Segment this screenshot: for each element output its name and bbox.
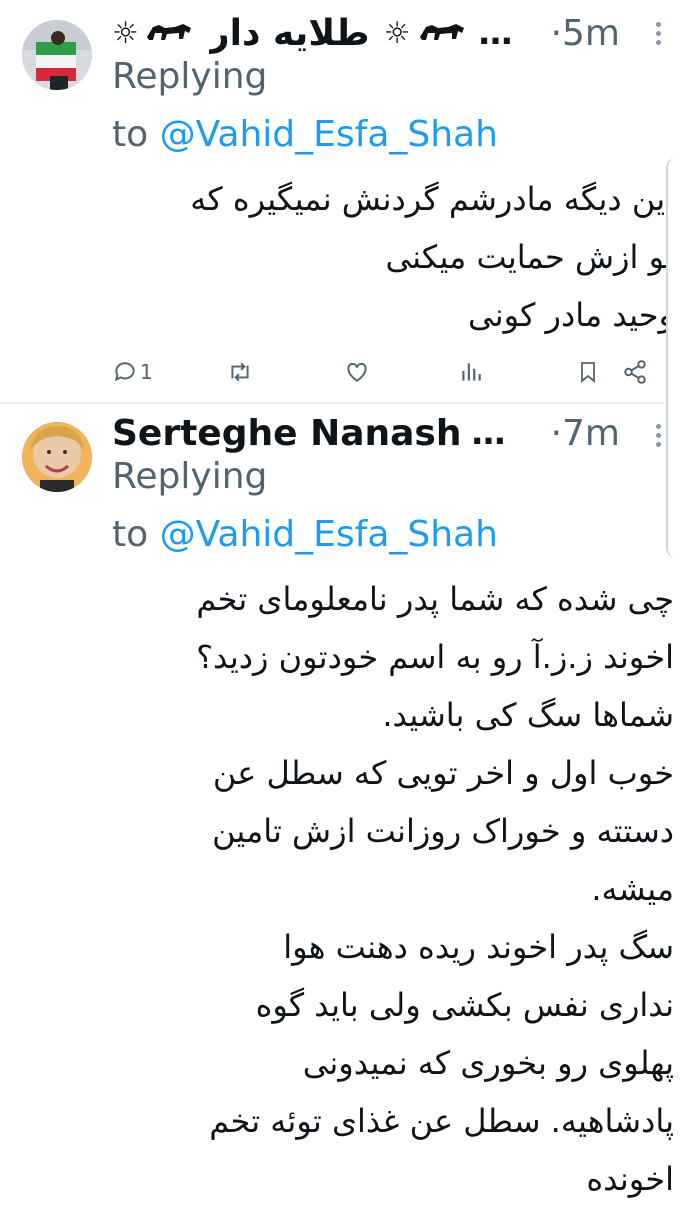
mention-link[interactable]: @Vahid_Esfa_Shah: [160, 114, 498, 155]
timestamp[interactable]: ·5m: [551, 13, 620, 54]
replying-label: Replying: [112, 456, 268, 497]
sun-emoji: ☼: [112, 15, 139, 51]
scrollbar[interactable]: [666, 158, 686, 558]
tweet-header: Serteghe Nanash … ·7m: [112, 410, 686, 456]
bookmark-icon: [581, 362, 595, 383]
more-options-icon[interactable]: [656, 22, 662, 45]
reply-count: 1: [140, 360, 153, 384]
reply-button[interactable]: 1: [112, 352, 153, 392]
views-icon: [462, 363, 481, 381]
avatar[interactable]: [22, 422, 92, 492]
text-line: این دیگه مادرشم گردنش نمیگیره که: [190, 180, 674, 218]
text-line: شماها سگ کی باشید.: [382, 696, 674, 734]
lion-and-sun-emoji: [418, 19, 468, 47]
sun-emoji: ☼: [383, 15, 411, 51]
more-options-icon[interactable]: [656, 424, 662, 447]
reply-icon: [114, 362, 135, 382]
avatar[interactable]: [22, 20, 92, 90]
author-name[interactable]: Serteghe Nanash: [112, 413, 461, 454]
mention-link[interactable]: @Vahid_Esfa_Shah: [160, 514, 498, 555]
text-line: خوب اول و اخر تویی که سطل عن: [212, 754, 674, 792]
replying-to: to @Vahid_Esfa_Shah: [112, 514, 498, 555]
text-line: اخونده: [586, 1160, 674, 1198]
like-icon: [347, 362, 367, 382]
to-label: to: [112, 514, 149, 555]
author-name[interactable]: طلایه دار: [209, 13, 370, 54]
tweet-text: این دیگه مادرشم گردنش نمیگیره که تو ازش …: [100, 170, 686, 344]
action-bar: 1: [112, 352, 686, 392]
tweet-2[interactable]: Serteghe Nanash … ·7m Replying to @Vahid…: [0, 404, 686, 1200]
name-truncation: …: [471, 413, 506, 453]
lion-and-sun-emoji: [145, 19, 195, 47]
text-line: دستته و خوراک روزانت ازش تامین: [212, 812, 674, 850]
text-line: چی شده که شما پدر نامعلومای تخم: [196, 580, 674, 618]
tweet-text: چی شده که شما پدر نامعلومای تخم اخوند ز.…: [100, 570, 686, 1208]
replying-label: Replying: [112, 56, 268, 97]
share-button[interactable]: [622, 352, 648, 392]
retweet-button[interactable]: [226, 352, 254, 392]
to-label: to: [112, 114, 149, 155]
replying-to: to @Vahid_Esfa_Shah: [112, 114, 498, 155]
text-line: وحید مادر کونی: [468, 296, 674, 334]
tweet-header: ☼ طلایه دار ☼ … ·5m: [112, 10, 686, 56]
like-button[interactable]: [344, 352, 370, 392]
text-line: سگ پدر اخوند ریده دهنت هوا: [283, 928, 674, 966]
retweet-icon: [231, 362, 249, 382]
timestamp[interactable]: ·7m: [551, 413, 620, 454]
text-line: پهلوی رو بخوری که نمیدونی: [302, 1044, 674, 1082]
text-line: نداری نفس بکشی ولی باید گوه: [255, 986, 674, 1024]
share-icon: [624, 360, 646, 384]
text-line: اخوند ز.ز.آ رو به اسم خودتون زدید؟: [196, 638, 674, 676]
name-truncation: …: [478, 13, 513, 53]
bookmark-button[interactable]: [576, 352, 600, 392]
text-line: پادشاهیه. سطل عن غذای توئه تخم: [209, 1102, 674, 1140]
text-line: تو ازش حمایت میکنی: [385, 238, 674, 276]
tweet-1[interactable]: ☼ طلایه دار ☼ … ·5m Replying to @Vahid_E…: [0, 0, 686, 402]
text-line: میشه.: [591, 870, 674, 908]
views-button[interactable]: [458, 352, 484, 392]
